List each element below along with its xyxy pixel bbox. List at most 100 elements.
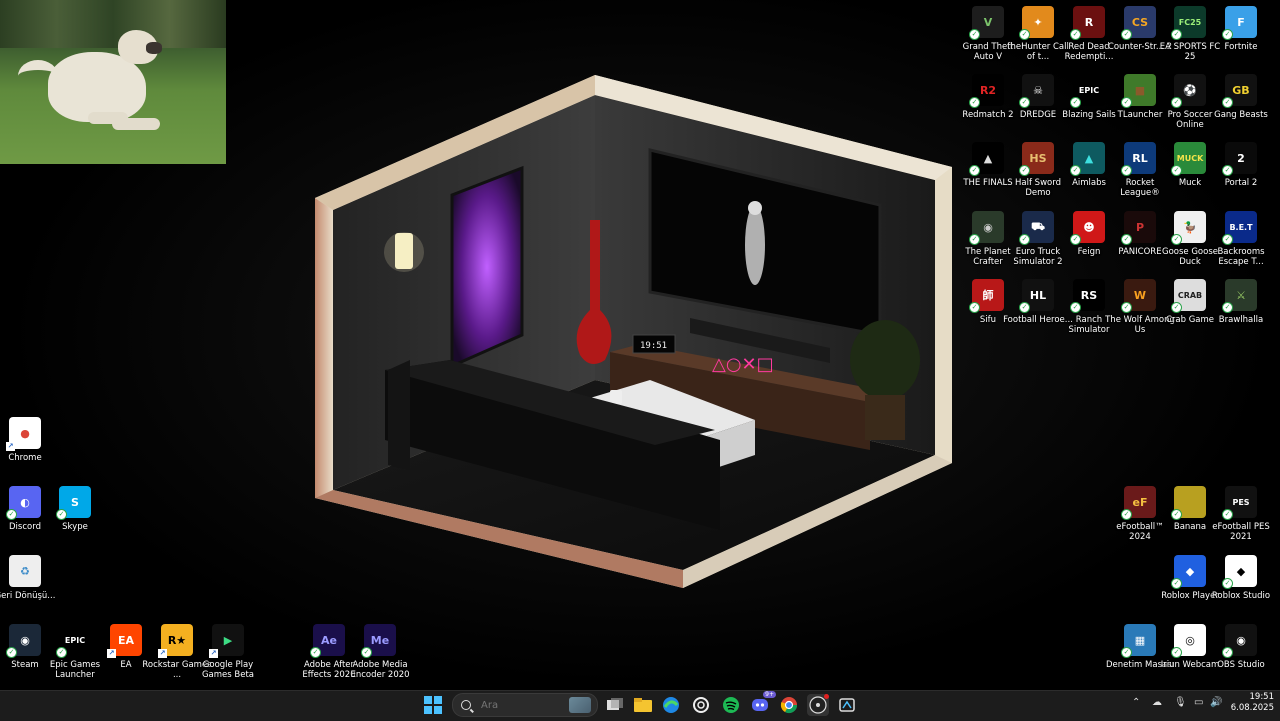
feign-icon: ☻ ✓ [1070, 211, 1105, 245]
taskbar-obs[interactable] [807, 694, 829, 716]
taskbar-discord[interactable]: 9+ [749, 691, 776, 716]
desktop-icon-portal2[interactable]: 2 ✓ Portal 2 [1209, 142, 1273, 188]
icon-glyph: EA [117, 633, 135, 647]
icon-glyph: EPIC [1078, 85, 1100, 95]
ets2-icon: ⛟ ✓ [1019, 211, 1054, 245]
sync-check-icon: ✓ [1222, 647, 1233, 658]
sync-check-icon: ✓ [969, 29, 980, 40]
taskbar-clock[interactable]: 19:51 6.08.2025 [1226, 692, 1274, 714]
desktop-icon-label: Backrooms Escape T... [1217, 247, 1265, 267]
sync-check-icon: ✓ [1222, 509, 1233, 520]
edge-icon [663, 697, 679, 713]
dredge-icon: ☠ ✓ [1019, 74, 1054, 108]
taskview-icon [607, 698, 623, 710]
isometric-room-wallpaper: 19:51 △○✕□ [315, 75, 952, 588]
sync-check-icon: ✓ [969, 234, 980, 245]
sync-check-icon: ✓ [1222, 29, 1233, 40]
icon-glyph: ◆ [1236, 564, 1246, 578]
desktop-icon-robloxstudio[interactable]: ◆ ✓ Roblox Studio [1209, 555, 1273, 601]
robloxstudio-icon: ◆ ✓ [1222, 555, 1257, 589]
desktop-icon-chrome[interactable]: ● ↗ Chrome [0, 417, 57, 463]
desktop-icon-label: Gang Beasts [1214, 110, 1268, 120]
dog-photo-widget[interactable] [0, 0, 226, 164]
icon-glyph: 🦆 [1183, 220, 1197, 234]
desktop-icon-mediaencoder[interactable]: Me ✓ Adobe Media Encoder 2020 [348, 624, 412, 680]
chrome-icon: ● ↗ [6, 417, 41, 451]
sifu-icon: 師 ✓ [969, 279, 1004, 313]
icon-glyph: R [1084, 15, 1094, 29]
taskbar-explorer[interactable] [632, 694, 654, 716]
icon-glyph: ● [20, 426, 30, 440]
desktop-icon-skype[interactable]: S ✓ Skype [43, 486, 107, 532]
sync-check-icon: ✓ [1070, 97, 1081, 108]
shortcut-arrow-icon: ↗ [6, 442, 15, 451]
icon-glyph: P [1135, 220, 1145, 234]
taskbar-app[interactable] [836, 694, 858, 716]
sync-check-icon: ✓ [1222, 302, 1233, 313]
sync-check-icon: ✓ [1171, 302, 1182, 313]
icon-glyph: ◉ [1236, 633, 1246, 647]
footballheroes-icon: HL ✓ [1019, 279, 1054, 313]
sync-check-icon: ✓ [1171, 509, 1182, 520]
icon-glyph: B.E.T [1229, 222, 1253, 232]
desktop-icon-googleplay[interactable]: ▶ ↗ Google Play Games Beta [196, 624, 260, 680]
icon-glyph: R2 [979, 83, 997, 97]
taskbar-chrome[interactable] [778, 694, 800, 716]
icon-glyph: ☻ [1083, 220, 1095, 234]
desktop-icon-label: Geri Dönüşü... [0, 591, 56, 601]
shortcut-arrow-icon: ↗ [158, 649, 167, 658]
rockstar-icon: R★ ↗ [158, 624, 193, 658]
tlauncher-icon: ■ ✓ [1121, 74, 1156, 108]
taskbar-search[interactable] [452, 693, 598, 717]
icon-glyph: Me [370, 633, 390, 647]
taskbar-chatgpt[interactable] [690, 694, 712, 716]
desktop-icon-efootballpes[interactable]: PES ✓ eFootball PES 2021 [1209, 486, 1273, 542]
epiclauncher-icon: EPIC ✓ [56, 624, 91, 658]
sync-check-icon: ✓ [969, 165, 980, 176]
desktop-icon-brawlhalla[interactable]: ⚔ ✓ Brawlhalla [1209, 279, 1273, 325]
icon-glyph: ◆ [1185, 564, 1195, 578]
brawlhalla-icon: ⚔ ✓ [1222, 279, 1257, 313]
search-input[interactable] [479, 698, 573, 712]
sync-check-icon: ✓ [56, 509, 67, 520]
desktop-icon-geri[interactable]: ♻ Geri Dönüşü... [0, 555, 57, 601]
banana-icon: ✓ [1171, 486, 1206, 520]
taskbar-spotify[interactable] [720, 694, 742, 716]
icon-glyph: 2 [1237, 151, 1245, 165]
desktop-icon-label: Google Play Games Beta [201, 660, 255, 680]
icon-glyph: ◐ [20, 495, 30, 509]
desktop-icon-fortnite[interactable]: F ✓ Fortnite [1209, 6, 1273, 52]
taskbar-edge[interactable] [660, 694, 682, 716]
onedrive-icon[interactable]: ☁ [1152, 697, 1162, 708]
icon-glyph: CS [1131, 15, 1149, 29]
volume-icon[interactable]: 🔊 [1210, 697, 1222, 708]
icon-glyph: ▶ [223, 633, 233, 647]
tray-overflow-chevron-icon[interactable]: ⌃ [1132, 697, 1140, 708]
start-button[interactable] [424, 696, 442, 714]
desktop-icon-obs[interactable]: ◉ ✓ OBS Studio [1209, 624, 1273, 670]
icon-glyph: eF [1132, 495, 1148, 509]
thehunter-icon: ✦ ✓ [1019, 6, 1054, 40]
desktop-icon-backrooms[interactable]: B.E.T ✓ Backrooms Escape T... [1209, 211, 1273, 267]
network-icon[interactable]: ▭ [1194, 697, 1203, 708]
icon-glyph: RL [1132, 151, 1148, 165]
desktop-icon-gangbeasts[interactable]: GB ✓ Gang Beasts [1209, 74, 1273, 120]
sync-check-icon: ✓ [310, 647, 321, 658]
sync-check-icon: ✓ [1222, 234, 1233, 245]
prosoccer-icon: ⚽ ✓ [1171, 74, 1206, 108]
goosegoose-icon: 🦆 ✓ [1171, 211, 1206, 245]
microphone-icon[interactable]: 🎙 [1174, 697, 1187, 708]
discord-icon [752, 699, 768, 711]
search-highlight-image [569, 697, 591, 713]
icon-glyph: ⚽ [1183, 83, 1197, 97]
efootballpes-icon: PES ✓ [1222, 486, 1257, 520]
spotify-icon [723, 697, 739, 713]
halfsword-icon: HS ✓ [1019, 142, 1054, 176]
icon-glyph: ♻ [20, 564, 30, 578]
sync-check-icon: ✓ [1121, 302, 1132, 313]
iriun-icon: ◎ ✓ [1171, 624, 1206, 658]
desktop-icon-label: Fortnite [1224, 42, 1258, 52]
sync-check-icon: ✓ [6, 647, 17, 658]
taskbar-taskview[interactable] [604, 694, 626, 716]
mediaencoder-icon: Me ✓ [361, 624, 396, 658]
